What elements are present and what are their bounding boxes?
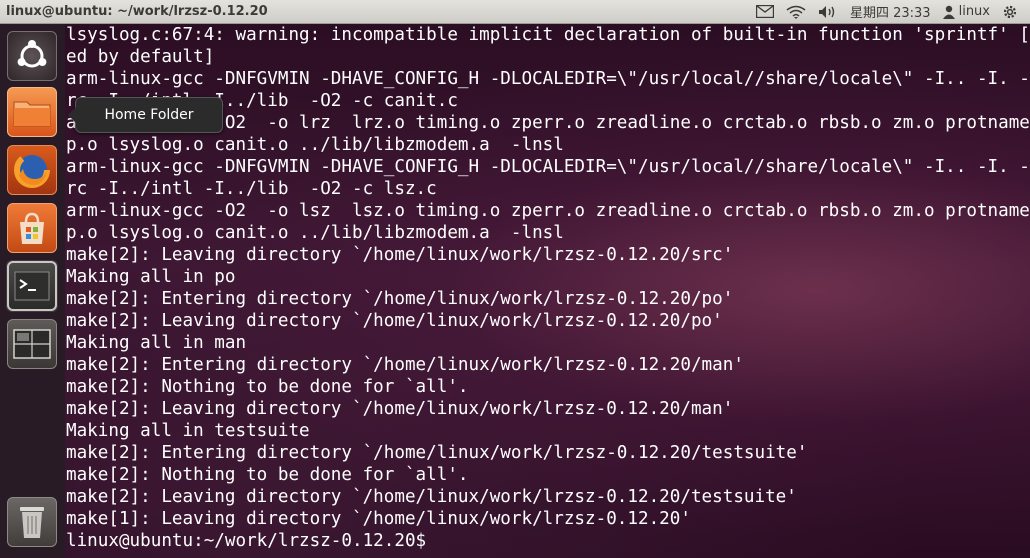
terminal-line: rc -I../intl -I../lib -O2 -c lsz.c [66, 179, 437, 199]
terminal-line: arm-linux-gcc -O2 -o lsz lsz.o timing.o … [66, 201, 1030, 221]
terminal-line: make[2]: Nothing to be done for `all'. [66, 377, 469, 397]
mail-icon[interactable] [750, 0, 780, 24]
terminal-line: make[2]: Entering directory `/home/linux… [66, 443, 808, 463]
terminal-prompt: linux@ubuntu:~/work/lrzsz-0.12.20$ [66, 531, 427, 551]
terminal-line: make[2]: Entering directory `/home/linux… [66, 289, 734, 309]
unity-launcher [0, 24, 66, 558]
power-gear-icon[interactable] [996, 0, 1024, 24]
terminal-line: make[2]: Nothing to be done for `all'. [66, 465, 469, 485]
launcher-terminal[interactable] [6, 260, 58, 312]
terminal-line: make[2]: Leaving directory `/home/linux/… [66, 245, 734, 265]
terminal-line: make[1]: Leaving directory `/home/linux/… [66, 509, 691, 529]
terminal-line: Making all in testsuite [66, 421, 310, 441]
clock[interactable]: 星期四 23:33 [844, 0, 937, 24]
shopping-bag-icon [7, 203, 57, 253]
launcher-dash-home[interactable] [6, 30, 58, 82]
terminal-line: arm-linux-gcc -DNFGVMIN -DHAVE_CONFIG_H … [66, 69, 1030, 89]
network-wifi-icon[interactable] [780, 0, 812, 24]
user-icon [942, 5, 955, 19]
launcher-home-folder[interactable] [6, 86, 58, 138]
top-panel: linux@ubuntu: ~/work/lrzsz-0.12.20 星期四 2… [0, 0, 1030, 24]
user-menu[interactable]: linux [937, 0, 996, 24]
user-name: linux [958, 4, 990, 19]
launcher-firefox[interactable] [6, 144, 58, 196]
terminal-line: make[2]: Leaving directory `/home/linux/… [66, 399, 734, 419]
indicator-area: 星期四 23:33 linux [750, 0, 1030, 24]
terminal-line: lsyslog.c:67:4: warning: incompatible im… [66, 25, 1030, 45]
volume-icon[interactable] [812, 0, 844, 24]
launcher-workspace-switcher[interactable] [6, 318, 58, 370]
terminal-line: Making all in po [66, 267, 236, 287]
terminal-line: make[2]: Leaving directory `/home/linux/… [66, 487, 797, 507]
launcher-tooltip: Home Folder [68, 97, 223, 133]
window-title: linux@ubuntu: ~/work/lrzsz-0.12.20 [6, 4, 268, 19]
terminal-line: ed by default] [66, 47, 215, 67]
terminal-line: arm-linux-gcc -DNFGVMIN -DHAVE_CONFIG_H … [66, 157, 1030, 177]
folder-icon [7, 87, 57, 137]
terminal-line: Making all in man [66, 333, 247, 353]
workspaces-icon [7, 319, 57, 369]
launcher-trash[interactable] [6, 496, 58, 548]
firefox-icon [7, 145, 57, 195]
terminal-icon [7, 261, 57, 311]
terminal-line: make[2]: Leaving directory `/home/linux/… [66, 311, 723, 331]
terminal-line: p.o lsyslog.o canit.o ../lib/libzmodem.a… [66, 223, 564, 243]
terminal-line: p.o lsyslog.o canit.o ../lib/libzmodem.a… [66, 135, 564, 155]
trash-icon [7, 497, 57, 547]
terminal-line: make[2]: Entering directory `/home/linux… [66, 355, 744, 375]
launcher-software-center[interactable] [6, 202, 58, 254]
ubuntu-logo-icon [7, 31, 57, 81]
